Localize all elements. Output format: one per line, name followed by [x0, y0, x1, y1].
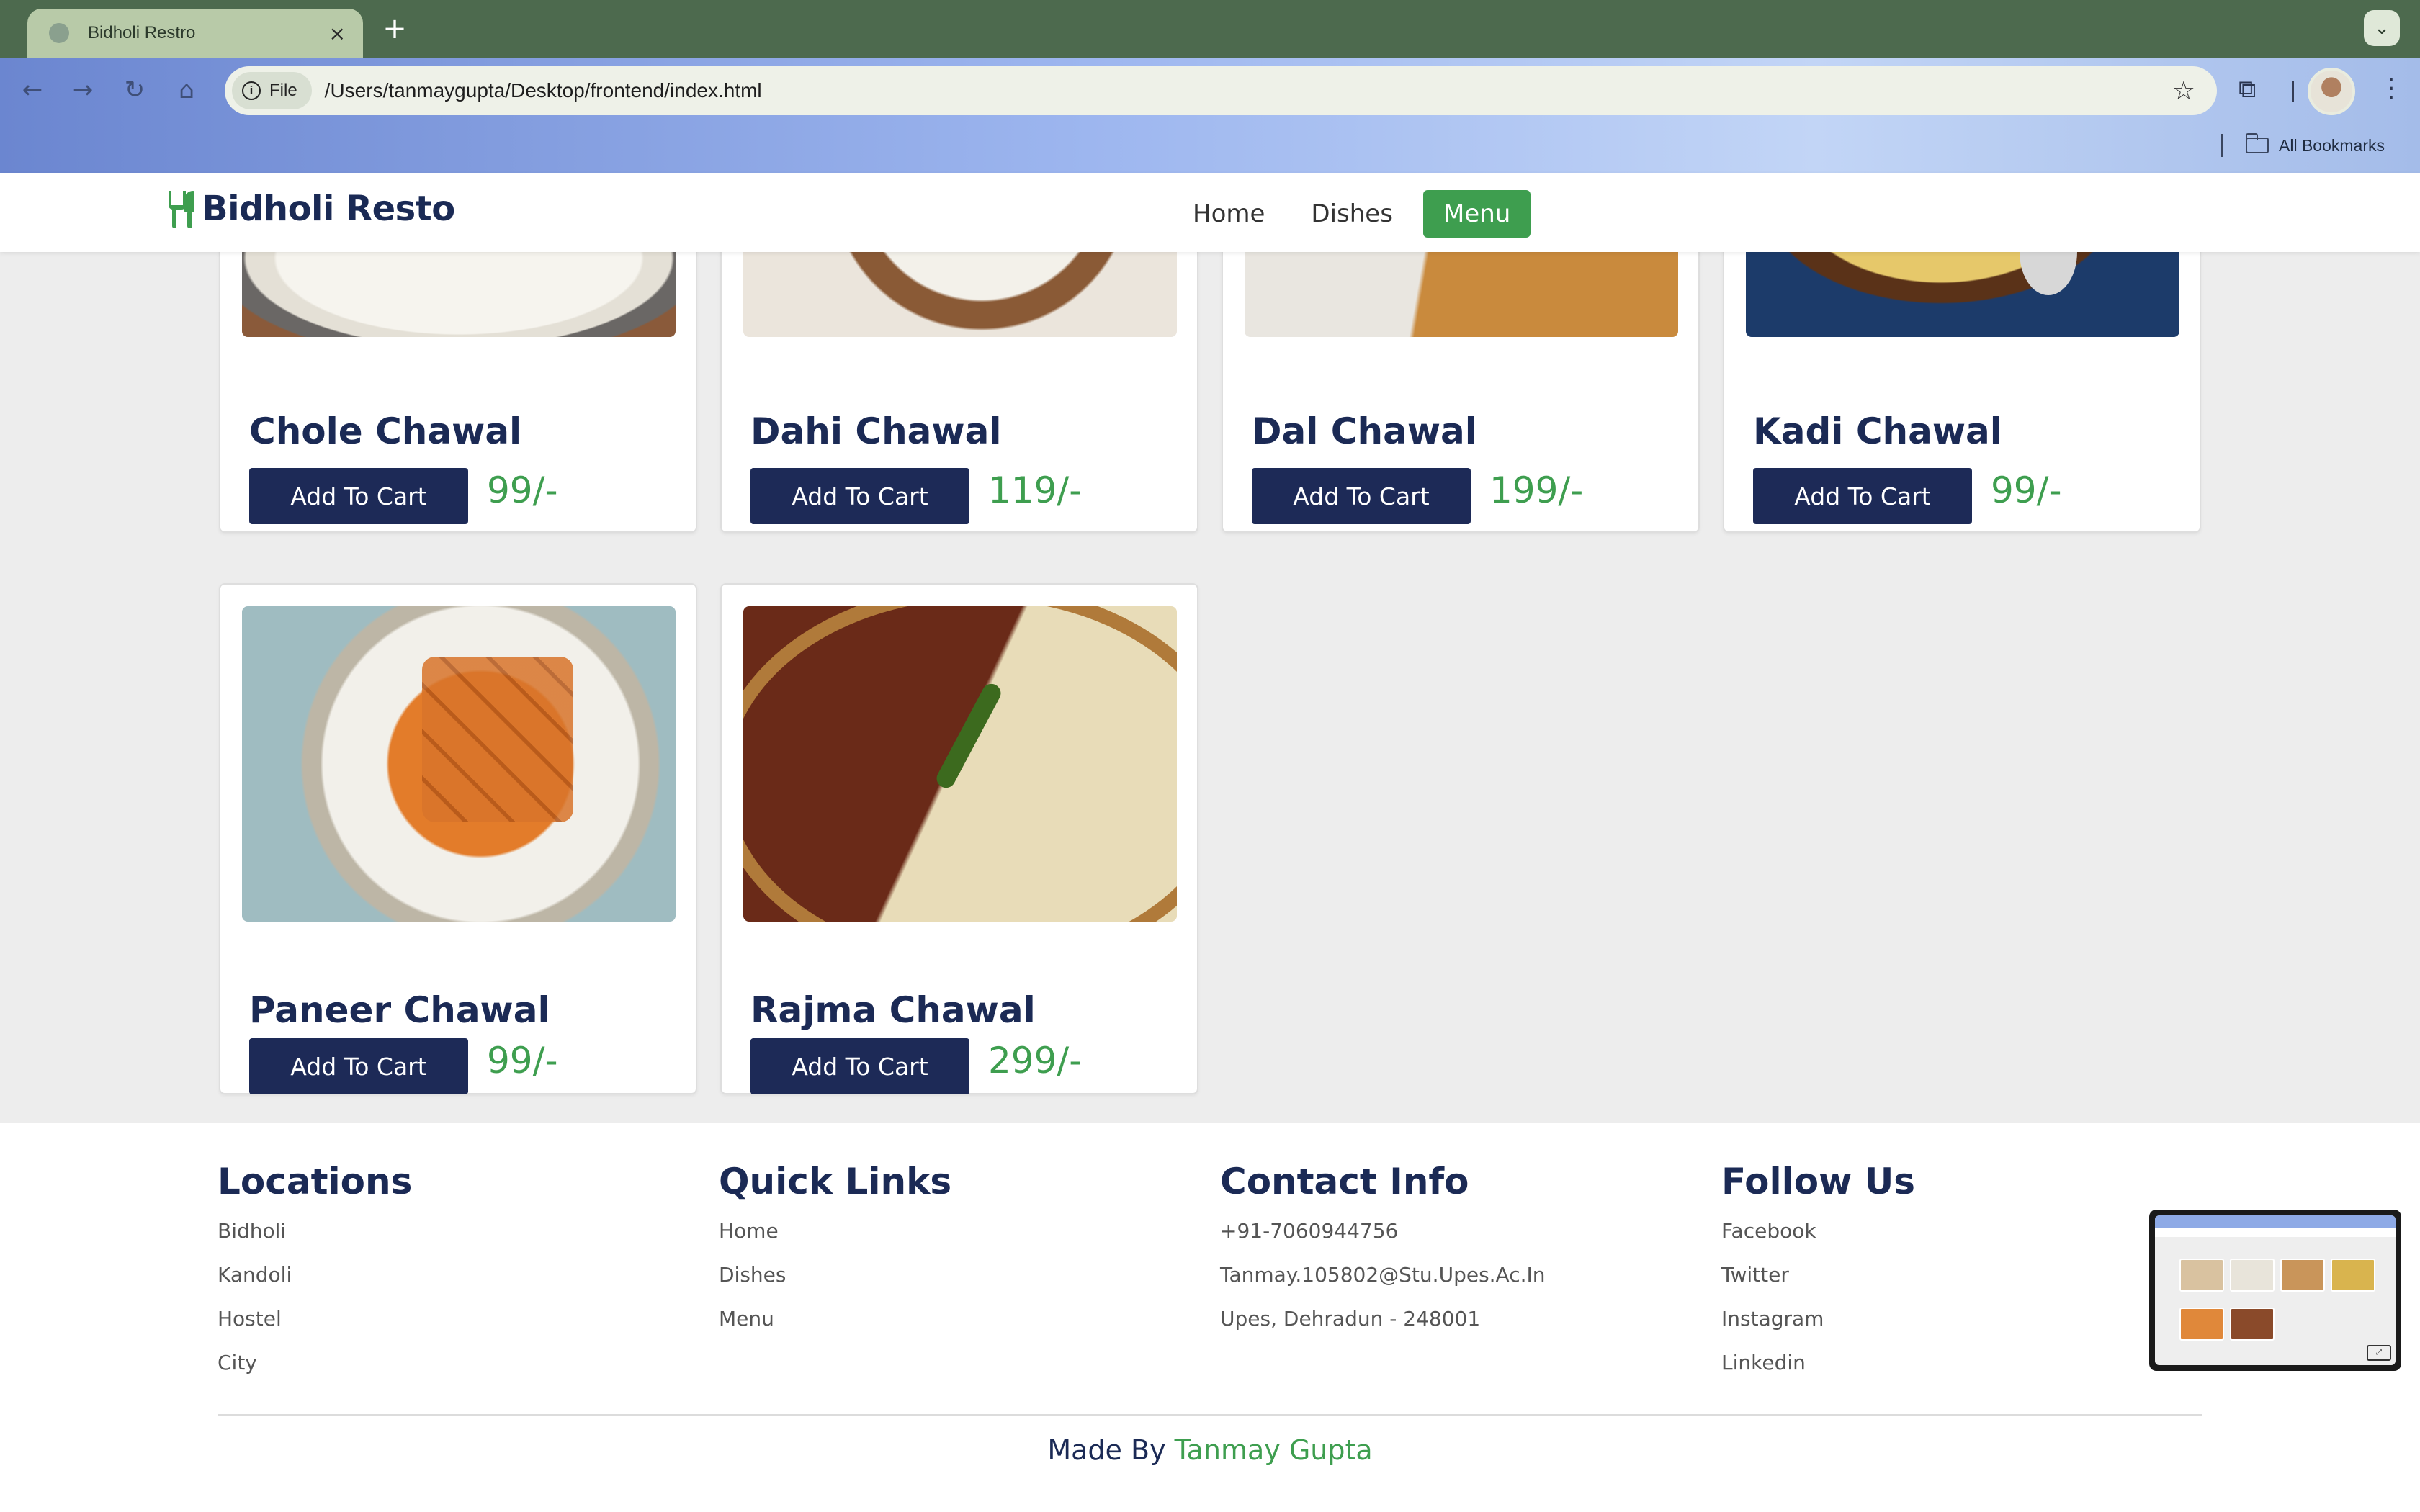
tab-close-icon[interactable]: ×: [329, 22, 346, 45]
footer-divider: [218, 1414, 2202, 1416]
add-to-cart-button[interactable]: Add To Cart: [1753, 468, 1972, 524]
dish-price: 99/-: [1991, 469, 2062, 511]
browser-tab[interactable]: Bidholi Restro ×: [27, 9, 363, 58]
dish-name: Kadi Chawal: [1753, 410, 2002, 452]
dish-name: Dahi Chawal: [750, 410, 1002, 452]
footer-link-home[interactable]: Home: [719, 1217, 951, 1261]
site-info-chip[interactable]: i File: [232, 72, 312, 109]
dish-name: Paneer Chawal: [249, 989, 550, 1031]
profile-avatar[interactable]: [2308, 68, 2355, 115]
pip-preview-content: ⤢: [2155, 1215, 2396, 1365]
dish-price: 99/-: [487, 469, 558, 511]
home-icon[interactable]: ⌂: [169, 72, 205, 108]
footer-link-dishes[interactable]: Dishes: [719, 1261, 951, 1305]
tab-search-chevron-icon[interactable]: ⌄: [2364, 10, 2400, 46]
footer-link-hostel[interactable]: Hostel: [218, 1305, 412, 1349]
toolbar-divider: [2292, 81, 2294, 102]
dish-name: Chole Chawal: [249, 410, 522, 452]
main-nav: Home Dishes Menu: [1177, 190, 1545, 238]
add-to-cart-button[interactable]: Add To Cart: [1252, 468, 1471, 524]
footer-follow-us: Follow Us Facebook Twitter Instagram Lin…: [1721, 1161, 1915, 1392]
info-icon: i: [242, 81, 261, 100]
site-logo[interactable]: Bidholi Resto: [167, 189, 455, 229]
address-bar[interactable]: i File /Users/tanmaygupta/Desktop/fronte…: [225, 66, 2217, 115]
new-tab-button[interactable]: +: [377, 12, 412, 46]
footer-link-facebook[interactable]: Facebook: [1721, 1217, 1915, 1261]
add-to-cart-button[interactable]: Add To Cart: [750, 1038, 969, 1094]
footer-heading-follow: Follow Us: [1721, 1161, 1916, 1202]
footer-link-kandoli[interactable]: Kandoli: [218, 1261, 412, 1305]
footer-link-twitter[interactable]: Twitter: [1721, 1261, 1915, 1305]
paneer-chawal-photo: [242, 606, 676, 922]
pip-expand-icon[interactable]: ⤢: [2367, 1345, 2391, 1361]
footer-link-instagram[interactable]: Instagram: [1721, 1305, 1915, 1349]
footer-link-bidholi[interactable]: Bidholi: [218, 1217, 412, 1261]
footer-heading-contact: Contact Info: [1220, 1161, 1469, 1202]
add-to-cart-button[interactable]: Add To Cart: [249, 468, 468, 524]
kebab-menu-icon[interactable]: ⋮: [2378, 73, 2404, 103]
nav-menu[interactable]: Menu: [1422, 190, 1531, 238]
dish-card: Rajma Chawal Add To Cart 299/-: [720, 583, 1198, 1094]
dish-card: Paneer Chawal Add To Cart 99/-: [219, 583, 697, 1094]
bookmarks-divider: [2221, 134, 2223, 157]
add-to-cart-button[interactable]: Add To Cart: [750, 468, 969, 524]
add-to-cart-button[interactable]: Add To Cart: [249, 1038, 468, 1094]
all-bookmarks-label: All Bookmarks: [2279, 135, 2385, 155]
footer-address: Upes, Dehradun - 248001: [1220, 1307, 1481, 1331]
chole-chawal-photo: [242, 252, 676, 337]
footer-locations: Locations Bidholi Kandoli Hostel City: [218, 1161, 412, 1392]
dish-price: 99/-: [487, 1040, 558, 1081]
browser-tab-strip: Bidholi Restro × + ⌄: [0, 0, 2420, 58]
footer-link-menu[interactable]: Menu: [719, 1305, 951, 1349]
rajma-chawal-photo: [743, 606, 1177, 922]
dahi-chawal-photo: [743, 252, 1177, 337]
browser-toolbar: ← → ↻ ⌂ i File /Users/tanmaygupta/Deskto…: [0, 58, 2420, 173]
footer-link-city[interactable]: City: [218, 1349, 412, 1392]
brand-name: Bidholi Resto: [202, 189, 455, 229]
tab-title: Bidholi Restro: [88, 23, 196, 42]
tab-favicon-icon: [49, 23, 69, 43]
footer-email[interactable]: Tanmay.105802@Stu.Upes.Ac.In: [1220, 1261, 1546, 1305]
site-footer: Locations Bidholi Kandoli Hostel City Qu…: [0, 1123, 2420, 1512]
credit-author[interactable]: Tanmay Gupta: [1175, 1434, 1373, 1466]
url-text[interactable]: /Users/tanmaygupta/Desktop/frontend/inde…: [325, 79, 2172, 102]
nav-dishes[interactable]: Dishes: [1295, 190, 1409, 238]
dish-name: Dal Chawal: [1252, 410, 1477, 452]
footer-credit: Made By Tanmay Gupta: [0, 1434, 2420, 1466]
dish-card: Chole Chawal Add To Cart 99/-: [219, 252, 697, 533]
pip-preview-window[interactable]: ⤢: [2149, 1210, 2401, 1371]
extensions-icon[interactable]: ⧉: [2238, 75, 2256, 104]
footer-heading-quick-links: Quick Links: [719, 1161, 952, 1202]
folder-icon: [2246, 133, 2269, 153]
footer-phone[interactable]: +91-7060944756: [1220, 1217, 1546, 1261]
nav-home[interactable]: Home: [1177, 190, 1281, 238]
dish-card: Dahi Chawal Add To Cart 119/-: [720, 252, 1198, 533]
dish-name: Rajma Chawal: [750, 989, 1036, 1031]
site-header: Bidholi Resto Home Dishes Menu: [0, 173, 2420, 252]
star-icon[interactable]: ☆: [2172, 76, 2195, 106]
footer-link-linkedin[interactable]: Linkedin: [1721, 1349, 1915, 1392]
dish-price: 299/-: [988, 1040, 1083, 1081]
forward-arrow-icon[interactable]: →: [65, 72, 101, 108]
dish-price: 119/-: [988, 469, 1083, 511]
kadi-chawal-photo: [1746, 252, 2179, 337]
credit-prefix: Made By: [1047, 1434, 1166, 1466]
back-arrow-icon[interactable]: ←: [14, 72, 50, 108]
file-chip-label: File: [269, 81, 297, 100]
dish-card: Kadi Chawal Add To Cart 99/-: [1723, 252, 2201, 533]
all-bookmarks-button[interactable]: All Bookmarks: [2246, 133, 2385, 157]
dish-card: Dal Chawal Add To Cart 199/-: [1222, 252, 1700, 533]
dish-price: 199/-: [1489, 469, 1584, 511]
footer-contact-info: Contact Info +91-7060944756 Tanmay.10580…: [1220, 1161, 1546, 1349]
reload-icon[interactable]: ↻: [117, 72, 153, 108]
footer-heading-locations: Locations: [218, 1161, 413, 1202]
fork-knife-icon: [167, 189, 199, 228]
footer-quick-links: Quick Links Home Dishes Menu: [719, 1161, 951, 1349]
dal-chawal-photo: [1245, 252, 1678, 337]
menu-section: Chole Chawal Add To Cart 99/- Dahi Chawa…: [0, 252, 2420, 1123]
